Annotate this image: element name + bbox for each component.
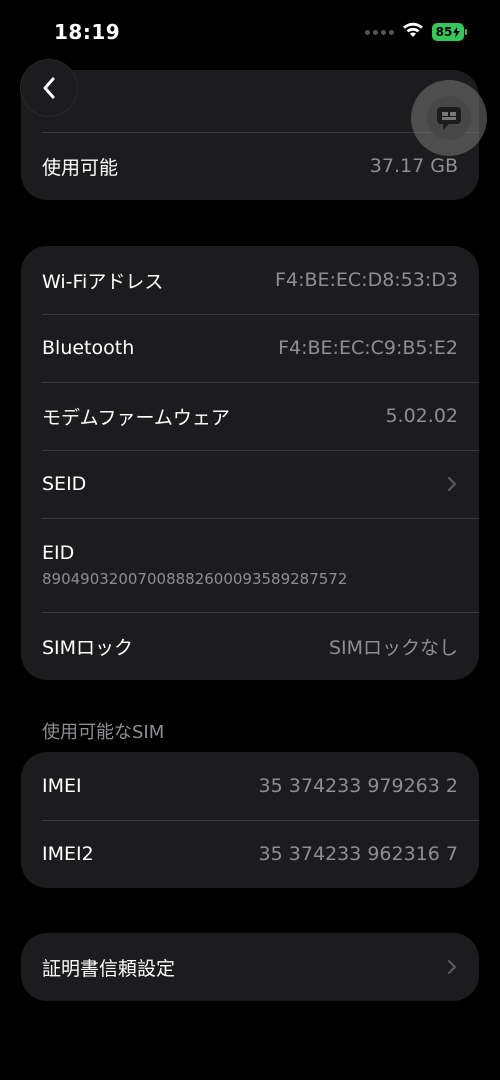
battery-icon: 85 — [432, 23, 467, 41]
imei-row: IMEI 35 374233 979263 2 — [21, 752, 479, 820]
cellular-signal-icon — [365, 29, 394, 35]
modem-firmware-value: 5.02.02 — [385, 405, 458, 427]
chevron-left-icon — [43, 77, 55, 99]
status-bar: 18:19 85 — [0, 0, 500, 60]
certificate-trust-row[interactable]: 証明書信頼設定 — [21, 933, 479, 1001]
eid-value: 89049032007008882600093589287572 — [42, 570, 348, 588]
chevron-right-icon — [447, 476, 457, 492]
sim-lock-label: SIMロック — [42, 636, 134, 659]
wifi-address-label: Wi-Fiアドレス — [42, 270, 164, 293]
battery-level: 85 — [435, 25, 453, 39]
certificate-trust-card[interactable]: 証明書信頼設定 — [21, 933, 479, 1001]
back-button[interactable] — [21, 60, 77, 116]
bluetooth-row: Bluetooth F4:BE:EC:C9:B5:E2 — [21, 314, 479, 382]
sim-lock-row: SIMロック SIMロックなし — [21, 612, 479, 680]
seid-label: SEID — [42, 473, 87, 495]
assistive-touch-button[interactable] — [411, 80, 487, 156]
assistive-touch-icon — [427, 96, 471, 140]
wifi-icon — [402, 22, 424, 42]
imei2-row: IMEI2 35 374233 962316 7 — [21, 820, 479, 888]
available-label: 使用可能 — [42, 156, 119, 179]
sim-lock-value: SIMロックなし — [328, 636, 458, 659]
sim-card: IMEI 35 374233 979263 2 IMEI2 35 374233 … — [21, 752, 479, 888]
modem-firmware-row: モデムファームウェア 5.02.02 — [21, 382, 479, 450]
available-sim-header: 使用可能なSIM — [42, 722, 165, 743]
imei2-value: 35 374233 962316 7 — [258, 843, 458, 865]
imei2-label: IMEI2 — [42, 843, 94, 865]
bluetooth-value: F4:BE:EC:C9:B5:E2 — [278, 337, 458, 359]
imei-value: 35 374233 979263 2 — [258, 775, 458, 797]
wifi-address-value: F4:BE:EC:D8:53:D3 — [275, 269, 458, 291]
wifi-address-row: Wi-Fiアドレス F4:BE:EC:D8:53:D3 — [21, 246, 479, 314]
network-info-card: Wi-Fiアドレス F4:BE:EC:D8:53:D3 Bluetooth F4… — [21, 246, 479, 680]
status-icons: 85 — [365, 22, 467, 42]
available-storage-row: 使用可能 37.17 GB — [21, 132, 479, 200]
bluetooth-label: Bluetooth — [42, 337, 135, 359]
seid-row[interactable]: SEID — [21, 450, 479, 518]
chevron-right-icon — [447, 959, 457, 975]
charging-bolt-icon — [453, 26, 461, 38]
imei-label: IMEI — [42, 775, 82, 797]
eid-label: EID — [42, 542, 75, 564]
available-value: 37.17 GB — [369, 155, 458, 177]
modem-firmware-label: モデムファームウェア — [42, 406, 230, 429]
status-time: 18:19 — [54, 20, 121, 44]
certificate-trust-label: 証明書信頼設定 — [42, 957, 176, 980]
storage-card: 使用可能 37.17 GB — [21, 70, 479, 200]
eid-row: EID 89049032007008882600093589287572 — [21, 518, 479, 612]
